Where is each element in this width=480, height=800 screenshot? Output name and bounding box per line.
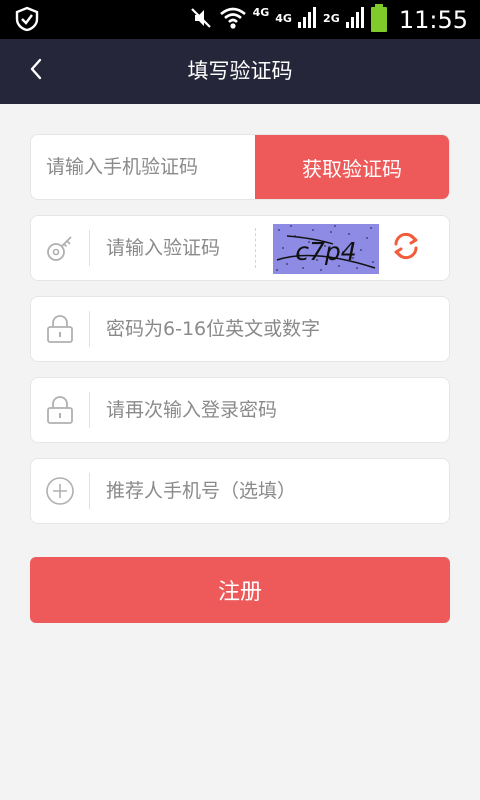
lock-icon [45, 395, 75, 425]
lock-icon [45, 314, 75, 344]
captcha-text: c7p4 [295, 237, 356, 266]
signal-icon-2: 2G [323, 6, 365, 33]
divider [89, 473, 90, 509]
sms-code-input[interactable] [46, 135, 256, 199]
refresh-icon [390, 230, 422, 266]
referrer-phone-input[interactable] [106, 459, 426, 523]
back-button[interactable] [18, 53, 54, 89]
page-title: 填写验证码 [187, 59, 293, 83]
wifi-icon [219, 6, 247, 34]
chevron-left-icon [28, 57, 44, 85]
signal-icon: 4G [275, 6, 317, 33]
key-icon [45, 233, 75, 263]
network-label-1: 4G [252, 6, 270, 19]
plus-circle-icon [45, 476, 75, 506]
divider [255, 228, 256, 268]
divider [89, 230, 90, 266]
password-input[interactable] [106, 297, 426, 361]
sms-code-row: 获取验证码 [30, 134, 450, 200]
app-shield-icon [14, 6, 40, 32]
confirm-password-input[interactable] [106, 378, 426, 442]
divider [89, 392, 90, 428]
divider [89, 311, 90, 347]
network-label-2: 4G [275, 11, 292, 25]
captcha-image[interactable]: c7p4 [273, 224, 379, 274]
network-label-3: 2G [323, 11, 340, 25]
get-sms-code-button[interactable]: 获取验证码 [255, 135, 449, 199]
captcha-input[interactable] [106, 216, 256, 280]
password-row [30, 296, 450, 362]
status-bar: 4G 4G 2G 11:55 [0, 0, 480, 39]
confirm-password-row [30, 377, 450, 443]
refresh-captcha-button[interactable] [389, 231, 423, 265]
mute-icon [189, 6, 213, 34]
captcha-row: c7p4 [30, 215, 450, 281]
referrer-row [30, 458, 450, 524]
register-button[interactable]: 注册 [30, 557, 450, 623]
nav-bar: 填写验证码 [0, 39, 480, 104]
battery-icon [370, 3, 387, 36]
clock: 11:55 [398, 5, 468, 34]
